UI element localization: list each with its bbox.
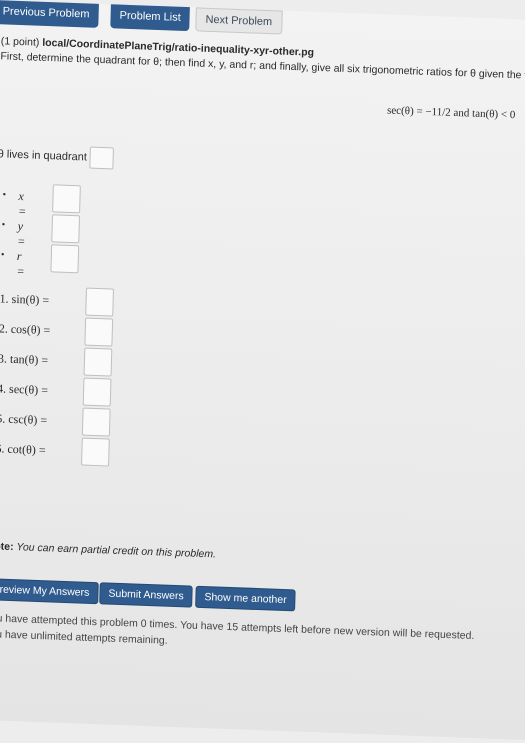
sec-label: 4. sec(θ) =: [0, 381, 48, 398]
problem-list-button[interactable]: Problem List: [110, 4, 190, 31]
cos-label: 2. cos(θ) =: [0, 321, 51, 338]
problem-page: Previous Problem Problem List Next Probl…: [0, 0, 525, 740]
bullet: •: [2, 219, 6, 230]
y-row: • y =: [1, 212, 2, 242]
xyr-list: • x = • y = • r =: [0, 182, 3, 272]
problem-points: (1 point): [1, 35, 40, 48]
x-label: x =: [18, 189, 27, 219]
x-row: • x =: [2, 182, 3, 212]
next-problem-button[interactable]: Next Problem: [195, 7, 282, 34]
csc-label: 5. csc(θ) =: [0, 411, 47, 428]
quadrant-label: θ lives in quadrant: [0, 148, 87, 163]
r-input[interactable]: [50, 244, 79, 273]
y-label: y =: [17, 219, 26, 249]
attempts-remaining-text: You have unlimited attempts remaining.: [0, 628, 168, 647]
y-input[interactable]: [51, 214, 80, 243]
note-bold: Note:: [0, 540, 14, 553]
sin-input[interactable]: [85, 288, 114, 317]
r-label: r =: [16, 249, 25, 279]
bullet: •: [2, 189, 6, 200]
note-text: You can earn partial credit on this prob…: [16, 541, 216, 560]
tan-input[interactable]: [84, 348, 113, 377]
partial-credit-note: Note: You can earn partial credit on thi…: [0, 540, 216, 560]
show-another-button[interactable]: Show me another: [195, 586, 296, 612]
quadrant-question: θ lives in quadrant: [0, 143, 114, 169]
tan-label: 3. tan(θ) =: [0, 351, 48, 368]
cot-input[interactable]: [81, 437, 110, 466]
problem-condition: sec(θ) = −11/2 and tan(θ) < 0: [387, 104, 516, 121]
cos-input[interactable]: [84, 318, 113, 347]
bullet: •: [1, 249, 5, 260]
quadrant-input[interactable]: [90, 147, 115, 170]
sin-label: 1. sin(θ) =: [0, 291, 49, 308]
cot-label: 6. cot(θ) =: [0, 441, 46, 458]
x-input[interactable]: [52, 184, 81, 213]
sec-input[interactable]: [83, 378, 112, 407]
submit-answers-button[interactable]: Submit Answers: [99, 582, 193, 607]
preview-answers-button[interactable]: Preview My Answers: [0, 578, 99, 604]
previous-problem-button[interactable]: Previous Problem: [0, 0, 99, 28]
csc-input[interactable]: [82, 408, 111, 437]
r-row: • r =: [0, 242, 1, 272]
